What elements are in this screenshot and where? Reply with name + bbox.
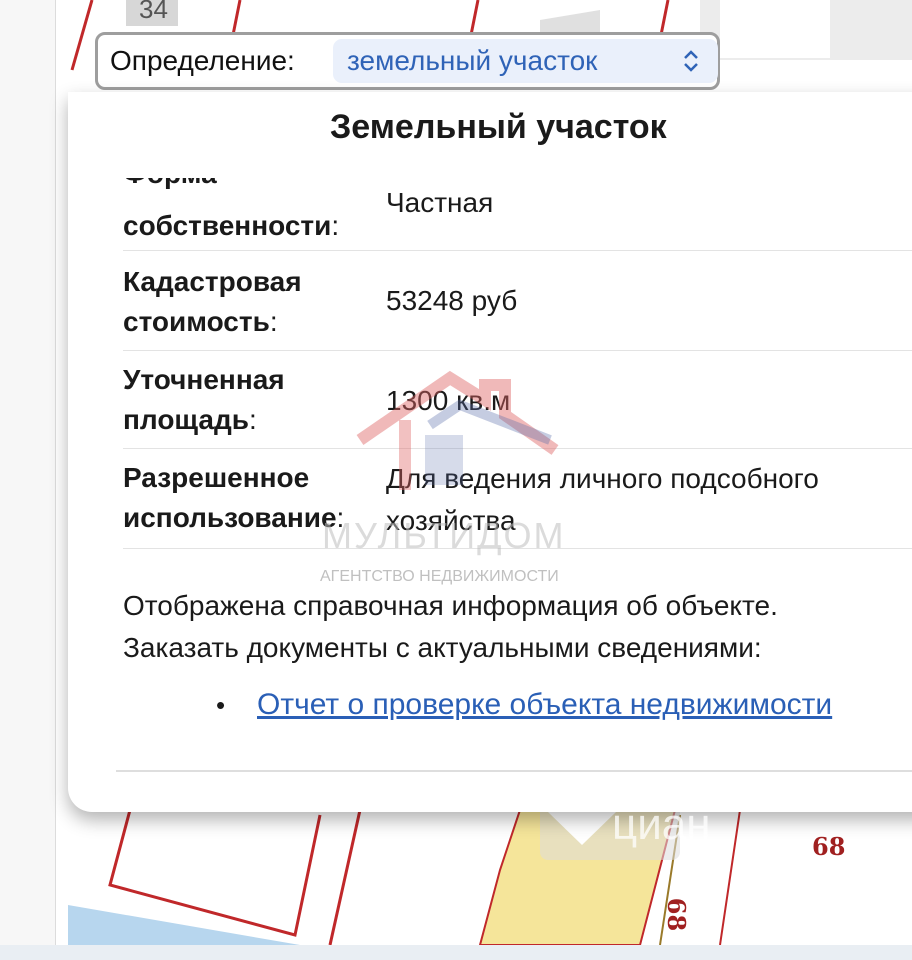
info-row-ownership: собственности: Частная — [123, 187, 912, 248]
reference-info-text: Отображена справочная информация об объе… — [123, 590, 778, 663]
info-row-cadastral-value: Кадастровая стоимость: 53248 руб — [123, 262, 912, 348]
definition-bar: Определение: земельный участок — [95, 32, 720, 90]
map-plot-number-vertical: 68 — [662, 897, 692, 932]
row-label-area: Уточненная площадь: — [123, 364, 285, 435]
row-value-cadastral-value: 53248 руб — [386, 285, 518, 316]
row-divider — [123, 448, 912, 449]
info-row-area: Уточненная площадь: 1300 кв.м — [123, 360, 912, 446]
left-panel-edge — [0, 0, 56, 960]
definition-label: Определение: — [110, 45, 295, 76]
popup-bottom-divider — [116, 770, 912, 772]
property-check-report-link[interactable]: Отчет о проверке объекта недвижимости — [257, 688, 832, 722]
row-value-area: 1300 кв.м — [386, 385, 511, 416]
row-divider — [123, 250, 912, 251]
row-value-ownership: Частная — [386, 187, 494, 218]
row-label-ownership: собственности: — [123, 210, 340, 241]
agency-watermark-name: МУЛЬТИДОМ — [322, 515, 566, 556]
definition-select[interactable]: земельный участок — [333, 39, 718, 83]
row-divider — [123, 350, 912, 351]
clipped-row-label: Форма — [123, 178, 912, 196]
row-label-cadastral-value: Кадастровая стоимость: — [123, 266, 302, 337]
definition-select-value: земельный участок — [347, 45, 598, 76]
cian-watermark: циан — [612, 800, 711, 849]
row-label-permitted-use: Разрешенное использование: — [123, 462, 345, 533]
bottom-strip — [0, 945, 912, 960]
list-bullet: • — [216, 690, 226, 720]
agency-watermark-subtitle: АГЕНТСТВО НЕДВИЖИМОСТИ — [320, 568, 559, 585]
map-plot-number-top: 34 — [126, 0, 178, 26]
select-chevrons-icon — [684, 50, 698, 72]
popup-title: Земельный участок — [330, 108, 667, 146]
map-plot-number: 68 — [812, 832, 846, 861]
